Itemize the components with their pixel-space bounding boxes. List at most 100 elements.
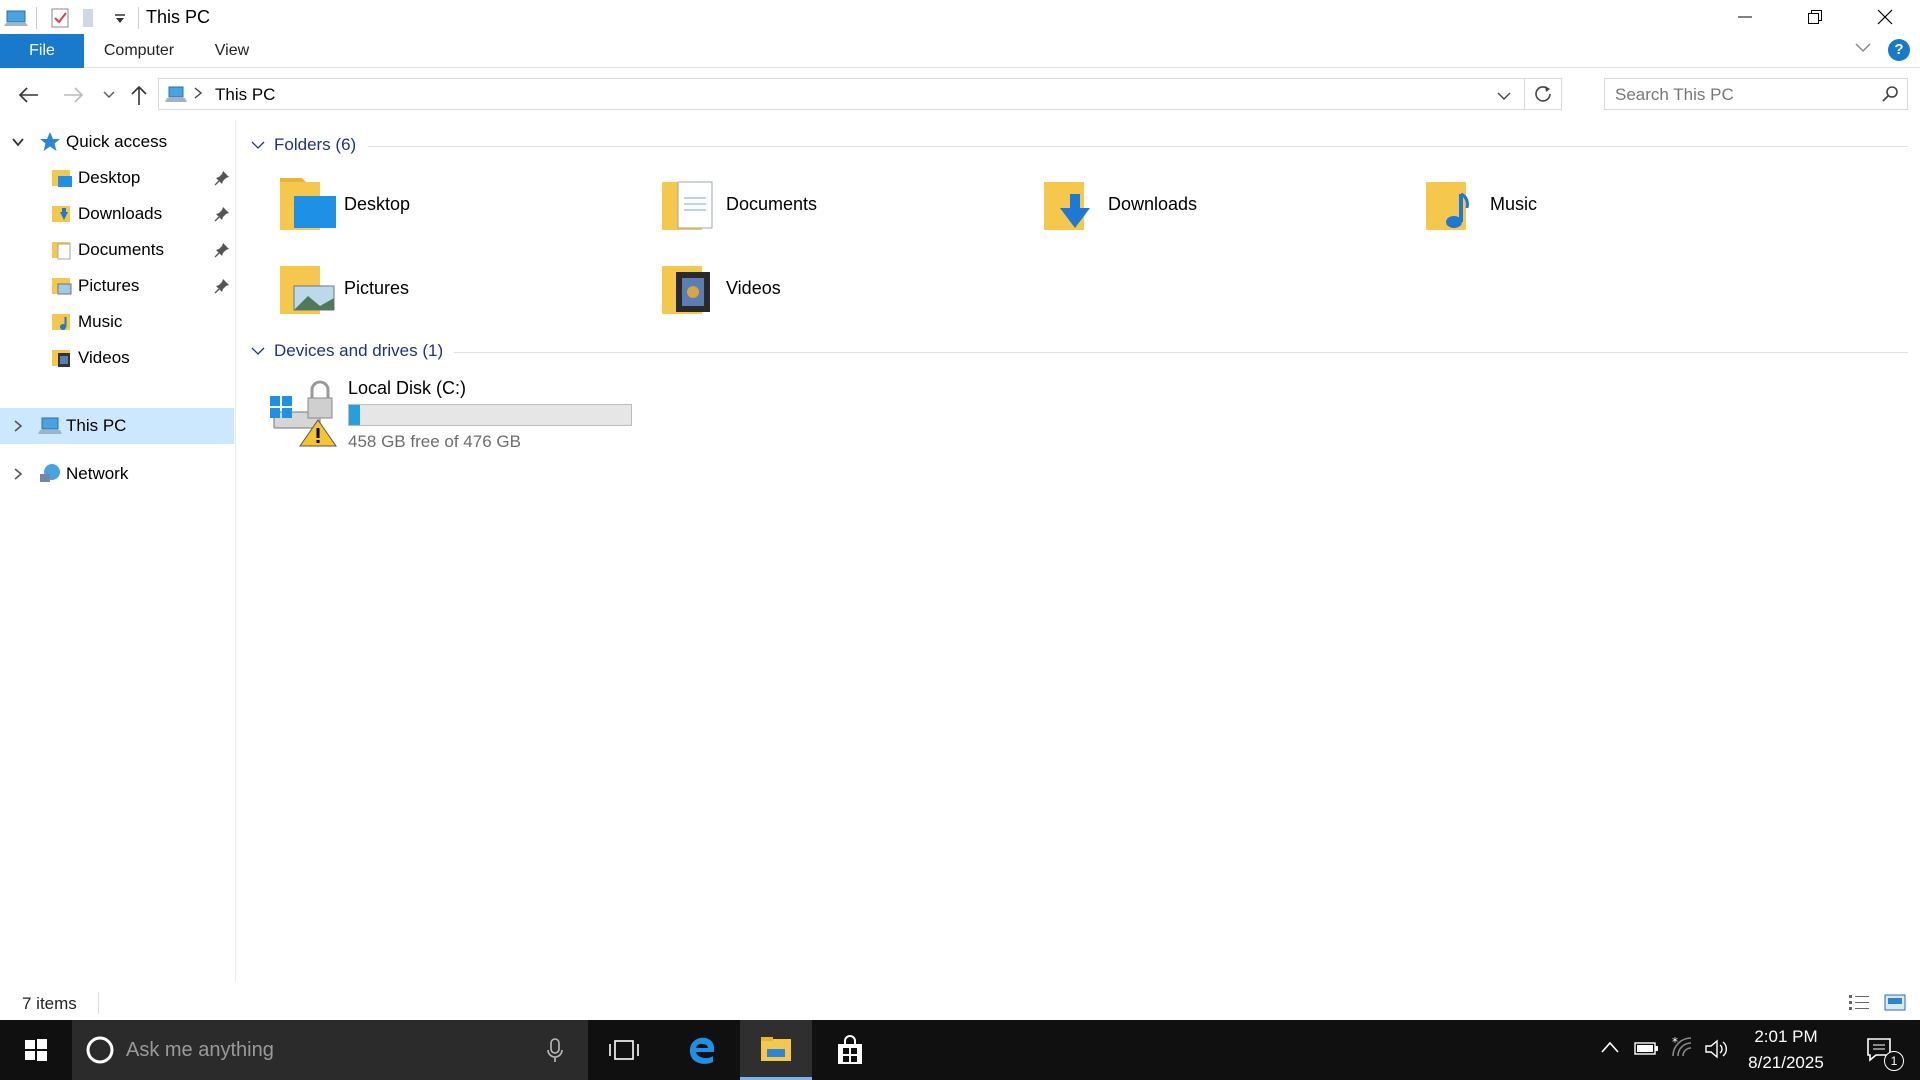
folder-music[interactable]: Music	[1422, 172, 1782, 244]
volume-icon[interactable]	[1704, 1038, 1730, 1065]
folder-documents[interactable]: Documents	[658, 172, 1018, 244]
drive-usage-bar	[348, 404, 632, 426]
forward-button[interactable]	[58, 80, 88, 110]
folder-videos[interactable]: Videos	[658, 256, 1018, 328]
up-button[interactable]	[124, 80, 154, 110]
folder-downloads[interactable]: Downloads	[1040, 172, 1400, 244]
folders-group-header[interactable]: Folders (6)	[250, 132, 356, 158]
breadcrumb[interactable]: This PC	[215, 85, 275, 105]
navigation-bar: This PC Search This PC	[0, 76, 1920, 112]
chevron-down-icon[interactable]	[10, 134, 26, 150]
documents-folder-icon	[658, 172, 722, 236]
chevron-right-icon[interactable]	[10, 466, 26, 482]
search-input[interactable]: Search This PC	[1615, 85, 1734, 105]
this-pc-icon	[38, 414, 62, 438]
sidebar-item-desktop[interactable]: Desktop	[0, 160, 234, 196]
file-explorer-icon	[761, 1036, 791, 1061]
videos-folder-icon	[50, 346, 74, 370]
wifi-icon[interactable]: *	[1670, 1035, 1696, 1065]
refresh-icon[interactable]	[1533, 84, 1553, 109]
desktop-folder-icon	[276, 172, 340, 236]
edge-button[interactable]	[672, 1020, 732, 1080]
chevron-right-icon[interactable]	[10, 418, 26, 434]
sidebar-item-downloads[interactable]: Downloads	[0, 196, 234, 232]
folder-desktop[interactable]: Desktop	[276, 172, 636, 244]
downloads-folder-icon	[50, 202, 74, 226]
clock-time: 2:01 PM	[1754, 1027, 1818, 1046]
battery-icon[interactable]	[1634, 1040, 1660, 1061]
breadcrumb-separator-icon[interactable]	[193, 86, 203, 105]
ribbon: File Computer View ?	[0, 34, 1920, 68]
task-view-icon	[609, 1040, 639, 1060]
microphone-icon[interactable]	[546, 1038, 564, 1069]
restore-icon	[1808, 10, 1822, 24]
close-icon	[1877, 9, 1893, 25]
task-view-button[interactable]	[594, 1020, 654, 1080]
forward-arrow-icon	[64, 87, 84, 103]
search-icon[interactable]	[1881, 85, 1899, 108]
window-title: This PC	[146, 7, 211, 27]
folder-pictures[interactable]: Pictures	[276, 256, 636, 328]
videos-folder-icon	[658, 256, 722, 320]
pin-icon[interactable]	[214, 278, 230, 294]
cortana-search-box[interactable]: Ask me anything	[72, 1020, 588, 1080]
drive-bitlocker-warning-icon	[268, 376, 340, 453]
pin-icon[interactable]	[214, 170, 230, 186]
store-button[interactable]	[820, 1020, 880, 1080]
system-clock[interactable]: 2:01 PM 8/21/2025	[1738, 1024, 1834, 1076]
notification-count-badge: 1	[1884, 1051, 1904, 1071]
sidebar-item-documents[interactable]: Documents	[0, 232, 234, 268]
close-button[interactable]	[1850, 0, 1920, 34]
star-icon	[38, 130, 62, 154]
address-bar[interactable]: This PC	[158, 78, 1562, 110]
tab-view[interactable]: View	[206, 34, 258, 68]
back-button[interactable]	[14, 80, 44, 110]
music-folder-icon	[50, 310, 74, 334]
this-pc-app-icon[interactable]	[4, 5, 30, 31]
sidebar-item-videos[interactable]: Videos	[0, 340, 234, 376]
action-center-button[interactable]: 1	[1850, 1020, 1910, 1080]
drive-name: Local Disk (C:)	[348, 378, 467, 398]
quick-access-toolbar	[0, 4, 133, 32]
sidebar-item-music[interactable]: Music	[0, 304, 234, 340]
drive-usage-fill	[349, 405, 360, 425]
sidebar-item-this-pc[interactable]: This PC	[0, 408, 234, 444]
network-icon	[38, 462, 62, 486]
edge-icon	[689, 1037, 715, 1064]
show-hidden-icons-chevron-icon[interactable]	[1600, 1040, 1620, 1059]
tab-computer[interactable]: Computer	[96, 34, 182, 68]
help-button[interactable]: ?	[1888, 39, 1910, 61]
cortana-search-input[interactable]: Ask me anything	[126, 1039, 274, 1062]
recent-locations-button[interactable]	[94, 80, 124, 110]
minimize-icon	[1738, 16, 1752, 18]
store-icon	[838, 1035, 862, 1064]
pictures-folder-icon	[50, 274, 74, 298]
music-folder-icon	[1422, 172, 1486, 236]
pictures-folder-icon	[276, 256, 340, 320]
sidebar-item-network[interactable]: Network	[0, 456, 234, 492]
this-pc-icon	[165, 84, 187, 109]
file-explorer-button[interactable]	[740, 1020, 812, 1080]
large-icons-view-icon[interactable]	[1884, 992, 1906, 1017]
windows-logo-icon	[25, 1039, 47, 1061]
tab-file[interactable]: File	[0, 34, 84, 68]
item-count: 7 items	[22, 994, 77, 1013]
sidebar-item-quick-access[interactable]: Quick access	[0, 124, 234, 160]
properties-icon[interactable]	[47, 5, 73, 31]
pin-icon[interactable]	[214, 242, 230, 258]
pin-icon[interactable]	[214, 206, 230, 222]
details-view-icon[interactable]	[1848, 992, 1870, 1017]
start-button[interactable]	[0, 1020, 72, 1080]
status-bar: 7 items	[0, 986, 1920, 1020]
devices-group-header[interactable]: Devices and drives (1)	[250, 338, 443, 364]
address-history-chevron-icon[interactable]	[1497, 88, 1511, 106]
expand-ribbon-icon[interactable]	[1854, 41, 1872, 59]
new-folder-icon[interactable]	[77, 5, 103, 31]
sidebar-item-pictures[interactable]: Pictures	[0, 268, 234, 304]
minimize-button[interactable]	[1710, 0, 1780, 34]
documents-folder-icon	[50, 238, 74, 262]
drive-local-disk-c[interactable]: Local Disk (C:) 458 GB free of 476 GB	[268, 376, 668, 456]
search-box[interactable]: Search This PC	[1604, 78, 1908, 110]
customize-toolbar-chevron-icon[interactable]	[107, 5, 133, 31]
restore-button[interactable]	[1780, 0, 1850, 34]
